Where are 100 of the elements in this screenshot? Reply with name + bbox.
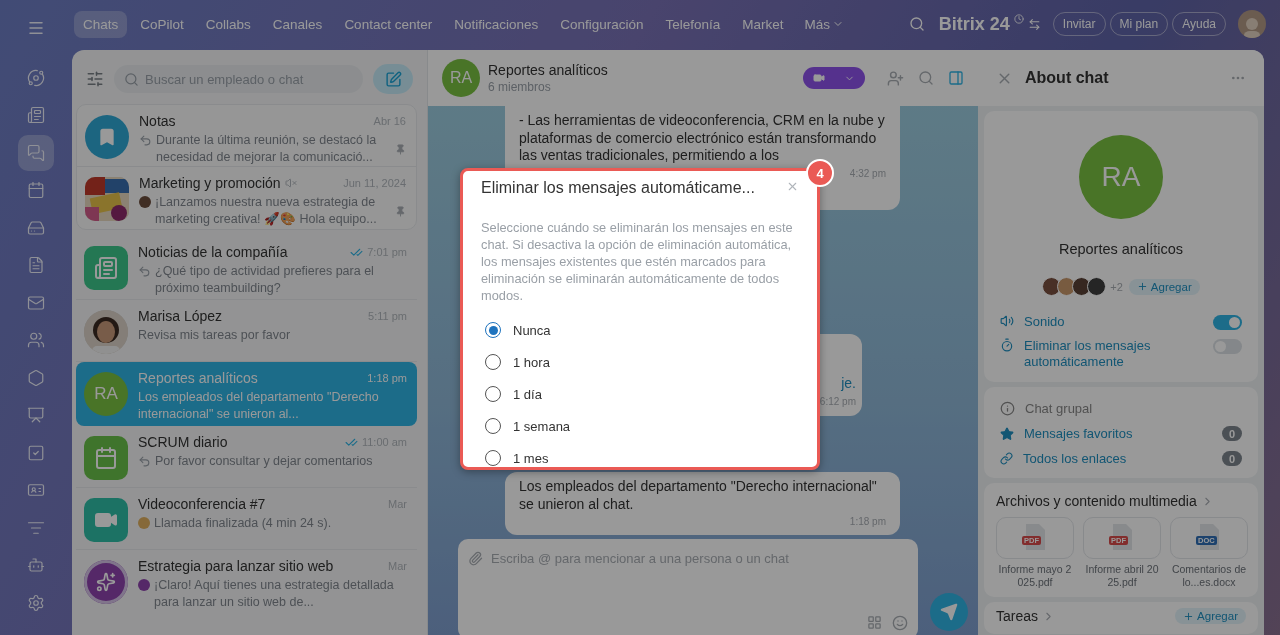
new-chat-button[interactable]: [373, 64, 413, 94]
nav-tab[interactable]: Notificaciones: [445, 10, 548, 38]
radio-option[interactable]: 1 día: [481, 378, 799, 410]
newspaper-avatar: [84, 246, 128, 290]
add-button[interactable]: Agregar: [1175, 608, 1246, 624]
sparkle-avatar: [84, 560, 128, 604]
chat-preview: Por favor consultar y dejar comentarios: [155, 453, 374, 470]
member-count: 6 miembros: [488, 80, 552, 94]
chat-list-item[interactable]: RA Reportes analíticos 1:18 pm Los empleados del departamento "Derecho internacional" se unieron al...: [76, 362, 417, 426]
info-icon: [1000, 401, 1015, 416]
count: 0: [1222, 426, 1242, 441]
chat-preview: ¡Lanzamos nuestra nueva estrategia de marketing creativa! 🚀🎨 Hola equipo...: [155, 194, 378, 228]
chat-preview: Los empleados del departamento "Derecho internacional" se unieron al...: [138, 389, 380, 423]
plus-icon: [1183, 610, 1195, 622]
add-user-icon[interactable]: [887, 69, 904, 87]
radio-option[interactable]: 1 mes: [481, 442, 799, 467]
count: 0: [1222, 451, 1242, 466]
radio-option[interactable]: 1 semana: [481, 410, 799, 442]
video-camera-avatar: [84, 498, 128, 542]
more-menu[interactable]: Más: [796, 10, 853, 38]
more-label: Más: [804, 16, 831, 32]
chat-name: Notas: [139, 113, 176, 129]
dialog-title: Eliminar los mensajes automáticame...: [481, 179, 755, 197]
video-call-button[interactable]: [803, 67, 865, 89]
chat-title: Reportes analíticos: [488, 62, 609, 78]
timer-icon: [1000, 338, 1014, 352]
side-panel-icon[interactable]: [948, 70, 964, 86]
message-text: je.: [841, 375, 856, 393]
chat-name: Marketing y promoción: [139, 175, 281, 191]
logo: Bitrix 24: [938, 13, 1010, 35]
nav-tab[interactable]: Market: [733, 10, 793, 38]
add-button[interactable]: Agregar: [1128, 278, 1200, 295]
filter-icon[interactable]: [86, 70, 104, 88]
call-avatar: [138, 517, 150, 529]
nav-tab[interactable]: Contact center: [335, 10, 442, 38]
member-avatars: [1042, 277, 1107, 296]
calendar-avatar: [84, 436, 128, 480]
chat-preview: Llamada finalizada (4 min 24 s).: [154, 515, 333, 532]
speaker-icon: [1000, 314, 1014, 328]
chat-preview: ¡Claro! Aquí tienes una estrategia detallada para lanzar un sitio web de...: [154, 577, 395, 611]
reply-icon: [138, 265, 151, 278]
message-text: Los empleados del departamento "Derecho internacional" se unieron al chat.: [519, 478, 878, 513]
setting-label[interactable]: Eliminar los mensajes automáticamente: [1024, 338, 1203, 370]
toggle-switch[interactable]: [1213, 315, 1242, 330]
chat-name: Estrategia para lanzar sitio web: [138, 558, 334, 574]
chat-name: Marisa López: [138, 308, 223, 324]
search-icon[interactable]: [908, 16, 925, 32]
radio-option[interactable]: 1 hora: [481, 346, 799, 378]
chat-name: Noticias de la compañía: [138, 244, 288, 260]
setting-label[interactable]: Sonido: [1024, 314, 1203, 330]
panel-title: About chat: [1025, 69, 1110, 87]
nav-tab[interactable]: CoPilot: [131, 10, 193, 38]
section-title[interactable]: Archivos y contenido multimedia: [996, 493, 1197, 509]
send-icon: [940, 603, 958, 621]
add-label: Agregar: [1150, 280, 1192, 293]
radio-option[interactable]: Nunca: [481, 314, 799, 346]
section-title[interactable]: Tareas: [996, 608, 1039, 624]
link-icon: [1000, 452, 1013, 465]
reply-icon: [138, 455, 151, 468]
add-label: Agregar: [1197, 610, 1238, 622]
nav-tab[interactable]: Canales: [263, 10, 332, 38]
chat-preview: Durante la última reunión, se destacó la necesidad de mejorar la comunicació...: [156, 132, 378, 166]
chat-preview: ¿Qué tipo de actividad prefieres para el próximo teambuilding?: [155, 263, 375, 297]
sender-avatar: [139, 196, 151, 208]
video-camera-icon: [812, 72, 825, 84]
initials-avatar: RA: [84, 372, 128, 416]
chat-avatar: RA: [442, 59, 480, 97]
send-button[interactable]: [930, 593, 968, 631]
file-name: Comentarios de lo...es.docx: [1171, 563, 1247, 589]
menu-icon: [27, 19, 45, 37]
chat-avatar: RA: [1079, 135, 1163, 219]
star-icon: [1000, 426, 1014, 441]
switch-icon[interactable]: [1027, 17, 1041, 31]
chat-name: Videoconferencia #7: [138, 496, 266, 512]
chat-preview: Revisa mis tareas por favor: [138, 327, 292, 344]
reply-icon: [139, 134, 152, 147]
search-icon: [124, 71, 139, 87]
bot-avatar: [138, 579, 150, 591]
dialog-description: Seleccione cuándo se eliminarán los mensajes en este chat. Si desactiva la opción de eliminación automática, los mensajes existentes que estén marcados para eliminación se eliminarán automáticamente de todos modos.: [481, 219, 794, 304]
chat-time: 1:18 pm: [367, 372, 407, 384]
chat-name: Reportes analíticos: [138, 370, 258, 386]
plus-icon: [1136, 281, 1148, 292]
search-icon[interactable]: [918, 70, 934, 86]
chat-name: SCRUM diario: [138, 434, 228, 450]
link-label[interactable]: Todos los enlaces: [1023, 451, 1127, 466]
clock-icon: [1013, 14, 1024, 24]
file-name: Informe mayo 2025.pdf: [997, 563, 1073, 589]
paperclip-icon: [468, 551, 483, 566]
apps-icon[interactable]: [867, 615, 882, 630]
nav-tab[interactable]: Collabs: [196, 10, 260, 38]
link-label[interactable]: Mensajes favoritos: [1024, 426, 1133, 441]
emoji-icon[interactable]: [892, 615, 908, 631]
nav-tab[interactable]: Configuración: [551, 10, 653, 38]
file-name: Informe abril 2025.pdf: [1084, 563, 1160, 589]
bookmark-avatar: [85, 115, 129, 159]
chat-name: Reportes analíticos: [1058, 241, 1184, 257]
user-avatar[interactable]: [1238, 10, 1266, 38]
pen-icon: [384, 70, 402, 88]
chat-type: Chat grupal: [1025, 401, 1093, 416]
nav-tab[interactable]: Telefonía: [656, 10, 730, 38]
